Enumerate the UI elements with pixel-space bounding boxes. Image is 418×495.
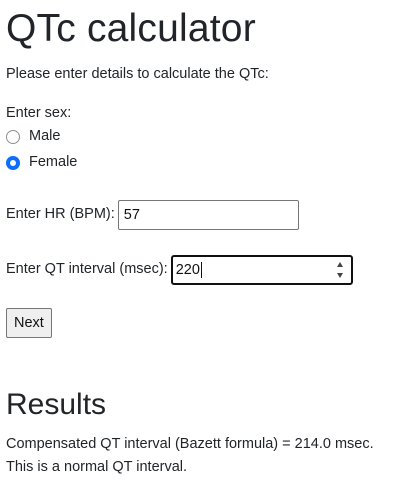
spin-up-icon[interactable]: [336, 262, 343, 267]
radio-option-female[interactable]: Female: [6, 152, 77, 174]
qt-spinner[interactable]: [335, 260, 345, 280]
hr-input[interactable]: 57: [117, 200, 299, 230]
hr-field-row: Enter HR (BPM): 57: [6, 200, 299, 230]
sex-label: Enter sex:: [6, 105, 72, 121]
qt-input[interactable]: 220: [170, 255, 353, 285]
female-radio-label[interactable]: Female: [29, 152, 77, 174]
result-compensated-qt: Compensated QT interval (Bazett formula)…: [6, 436, 374, 452]
hr-input-value: 57: [123, 207, 140, 223]
page-title: QTc calculator: [6, 7, 256, 50]
results-title: Results: [6, 388, 107, 421]
next-button[interactable]: Next: [6, 308, 52, 338]
qt-label: Enter QT interval (msec):: [6, 261, 168, 278]
spin-down-icon[interactable]: [336, 273, 343, 278]
radio-option-male[interactable]: Male: [6, 126, 60, 148]
hr-label: Enter HR (BPM):: [6, 206, 115, 223]
text-caret: [200, 262, 202, 278]
male-radio-label[interactable]: Male: [29, 126, 60, 148]
result-interpretation: This is a normal QT interval.: [6, 459, 188, 475]
qt-field-row: Enter QT interval (msec): 220: [6, 255, 353, 285]
intro-text: Please enter details to calculate the QT…: [6, 66, 269, 82]
female-radio[interactable]: [6, 155, 20, 170]
qt-input-value: 220: [175, 262, 200, 278]
male-radio[interactable]: [6, 129, 20, 144]
